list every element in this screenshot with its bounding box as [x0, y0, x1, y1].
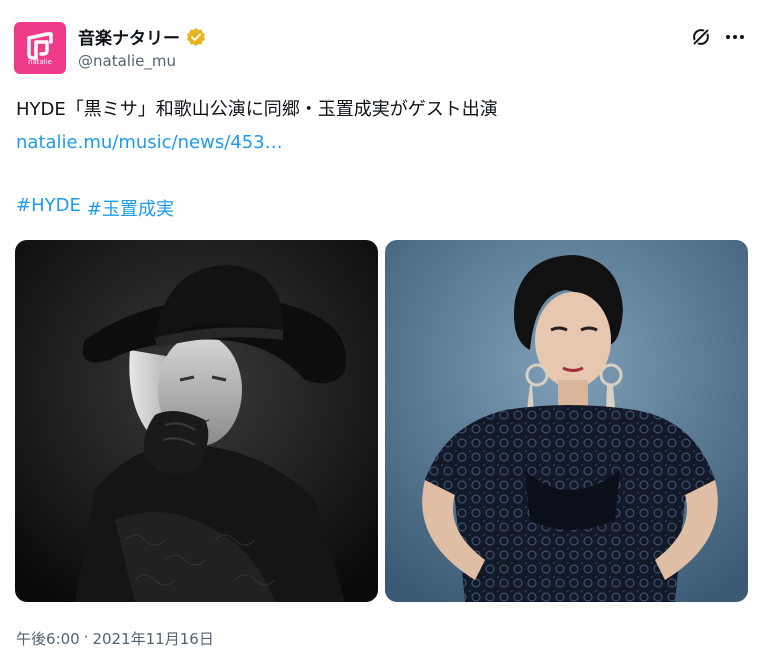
name-row: 音楽ナタリー: [78, 24, 206, 49]
hashtag-tamaki-nami[interactable]: #玉置成実: [87, 195, 174, 221]
photo-blue-portrait: [385, 240, 748, 602]
photo-bw-portrait: [15, 240, 378, 602]
verified-badge-icon: [186, 27, 206, 46]
timestamp[interactable]: 午後6:00 · 2021年11月16日: [16, 628, 214, 649]
timestamp-time: 午後6:00: [16, 630, 80, 648]
hashtag-hyde[interactable]: #HYDE: [16, 195, 81, 221]
media-photo-2[interactable]: [385, 240, 748, 602]
display-name[interactable]: 音楽ナタリー: [78, 24, 180, 49]
article-link[interactable]: natalie.mu/music/news/453…: [16, 132, 283, 153]
handle[interactable]: @natalie_mu: [78, 52, 176, 70]
hashtags: #HYDE #玉置成実: [16, 195, 174, 221]
avatar-logo-text: natalie: [28, 58, 52, 66]
timestamp-separator: ·: [83, 628, 89, 646]
natalie-logo-icon: [27, 32, 53, 60]
more-options-icon[interactable]: [722, 24, 748, 50]
media-photo-1[interactable]: [15, 240, 378, 602]
grok-icon[interactable]: [690, 26, 712, 48]
avatar[interactable]: natalie: [14, 22, 66, 74]
tweet-card: natalie 音楽ナタリー @natalie_mu HYDE「黒ミサ」和歌山公…: [0, 0, 768, 660]
tweet-text: HYDE「黒ミサ」和歌山公演に同郷・玉置成実がゲスト出演: [16, 99, 498, 120]
timestamp-date: 2021年11月16日: [92, 630, 214, 648]
